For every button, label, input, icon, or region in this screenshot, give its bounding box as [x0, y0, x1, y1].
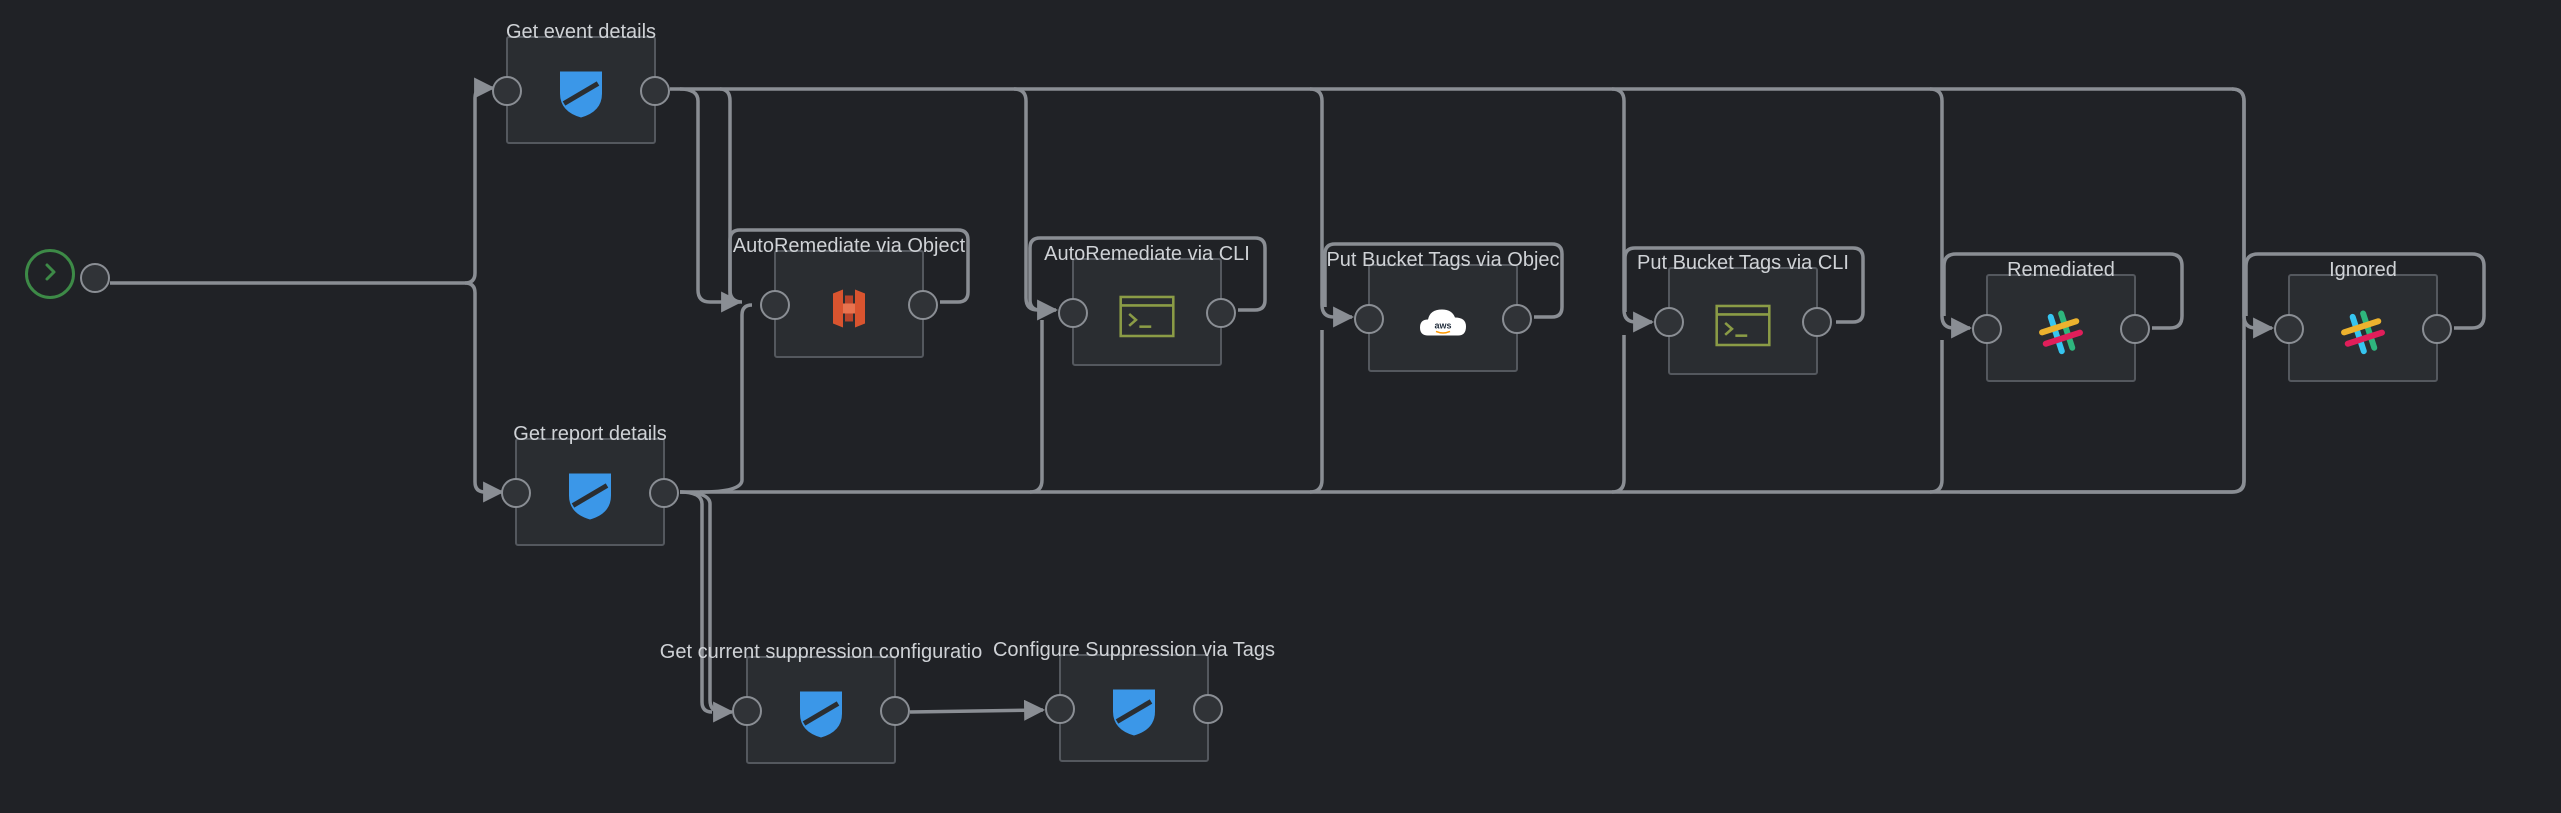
input-port[interactable]: [492, 76, 522, 106]
node-label: Get report details: [513, 423, 667, 445]
terminal-icon: [1715, 297, 1771, 353]
output-port[interactable]: [1802, 307, 1832, 337]
edge-report-suppression[interactable]: [679, 490, 735, 723]
input-port[interactable]: [1354, 304, 1384, 334]
node-label: Put Bucket Tags via CLI: [1637, 252, 1849, 274]
input-port[interactable]: [501, 478, 531, 508]
edge-event-remediated[interactable]: [1929, 87, 1973, 339]
shield-icon: [562, 468, 618, 524]
edge-event-tagscli[interactable]: [1611, 87, 1655, 333]
slack-icon: [2335, 304, 2391, 360]
shield-icon: [793, 686, 849, 742]
input-port[interactable]: [732, 696, 762, 726]
terminal-icon: [1119, 288, 1175, 344]
node-autoremediate-cli[interactable]: AutoRemediate via CLI: [1044, 243, 1250, 366]
node-label: AutoRemediate via Object: [732, 235, 966, 257]
node-label: AutoRemediate via CLI: [1044, 243, 1250, 265]
edge-event-tagsobj[interactable]: [1309, 87, 1355, 328]
output-port[interactable]: [649, 478, 679, 508]
output-port[interactable]: [880, 696, 910, 726]
node-label: Configure Suppression via Tags: [992, 639, 1276, 661]
slack-icon: [2033, 304, 2089, 360]
node-label: Remediated: [2007, 259, 2115, 281]
output-port[interactable]: [2422, 314, 2452, 344]
edge-event-ignored[interactable]: [2231, 87, 2275, 339]
edge-report-remediated[interactable]: [1929, 340, 1944, 494]
shield-icon: [1106, 684, 1162, 740]
aws-text: aws: [1434, 320, 1451, 330]
aws-cloud-icon: aws: [1415, 294, 1471, 350]
edge-start-report[interactable]: [464, 281, 505, 503]
input-port[interactable]: [760, 290, 790, 320]
output-port[interactable]: [1206, 298, 1236, 328]
edge-report-ignored[interactable]: [2231, 340, 2246, 494]
node-label: Get event details: [505, 21, 657, 43]
chevron-right-icon: [40, 262, 60, 287]
output-port[interactable]: [640, 76, 670, 106]
edge-report-autocli[interactable]: [1029, 320, 1044, 494]
node-label: Get current suppression configuratio: [659, 641, 983, 663]
node-get-report-details[interactable]: Get report details: [501, 423, 679, 546]
input-port[interactable]: [1972, 314, 2002, 344]
edge-suppression-configure[interactable]: [909, 699, 1046, 721]
output-port[interactable]: [1502, 304, 1532, 334]
edge-report-autoobj[interactable]: [699, 303, 753, 494]
output-port[interactable]: [1193, 694, 1223, 724]
node-label: Ignored: [2329, 259, 2397, 281]
node-label: Put Bucket Tags via Objec: [1326, 249, 1560, 271]
workflow-canvas: [110, 77, 2486, 723]
output-port[interactable]: [908, 290, 938, 320]
node-put-bucket-tags-object[interactable]: Put Bucket Tags via Objec aws: [1326, 249, 1560, 372]
output-port[interactable]: [2120, 314, 2150, 344]
edge-start-event[interactable]: [110, 77, 496, 285]
edge-event-autocli[interactable]: [1013, 87, 1059, 321]
node-configure-suppression[interactable]: Configure Suppression via Tags: [993, 639, 1275, 762]
input-port[interactable]: [1045, 694, 1075, 724]
workflow-start-node[interactable]: [25, 249, 75, 299]
input-port[interactable]: [2274, 314, 2304, 344]
shield-icon: [553, 66, 609, 122]
input-port[interactable]: [1058, 298, 1088, 328]
edge-report-suppression-b[interactable]: [679, 490, 713, 714]
node-put-bucket-tags-cli[interactable]: Put Bucket Tags via CLI: [1637, 252, 1849, 375]
edge-report-tagscli[interactable]: [1611, 335, 1626, 494]
start-output-port[interactable]: [80, 263, 110, 293]
node-get-event-details[interactable]: Get event details: [492, 21, 670, 144]
node-ignored[interactable]: Ignored: [2274, 259, 2452, 382]
node-autoremediate-object[interactable]: AutoRemediate via Object: [733, 235, 965, 358]
node-remediated[interactable]: Remediated: [1972, 259, 2150, 382]
edge-report-tagsobj[interactable]: [1309, 330, 1324, 494]
node-get-suppression-config[interactable]: Get current suppression configuratio: [660, 641, 982, 764]
aws-s3-icon: [821, 280, 877, 336]
input-port[interactable]: [1654, 307, 1684, 337]
